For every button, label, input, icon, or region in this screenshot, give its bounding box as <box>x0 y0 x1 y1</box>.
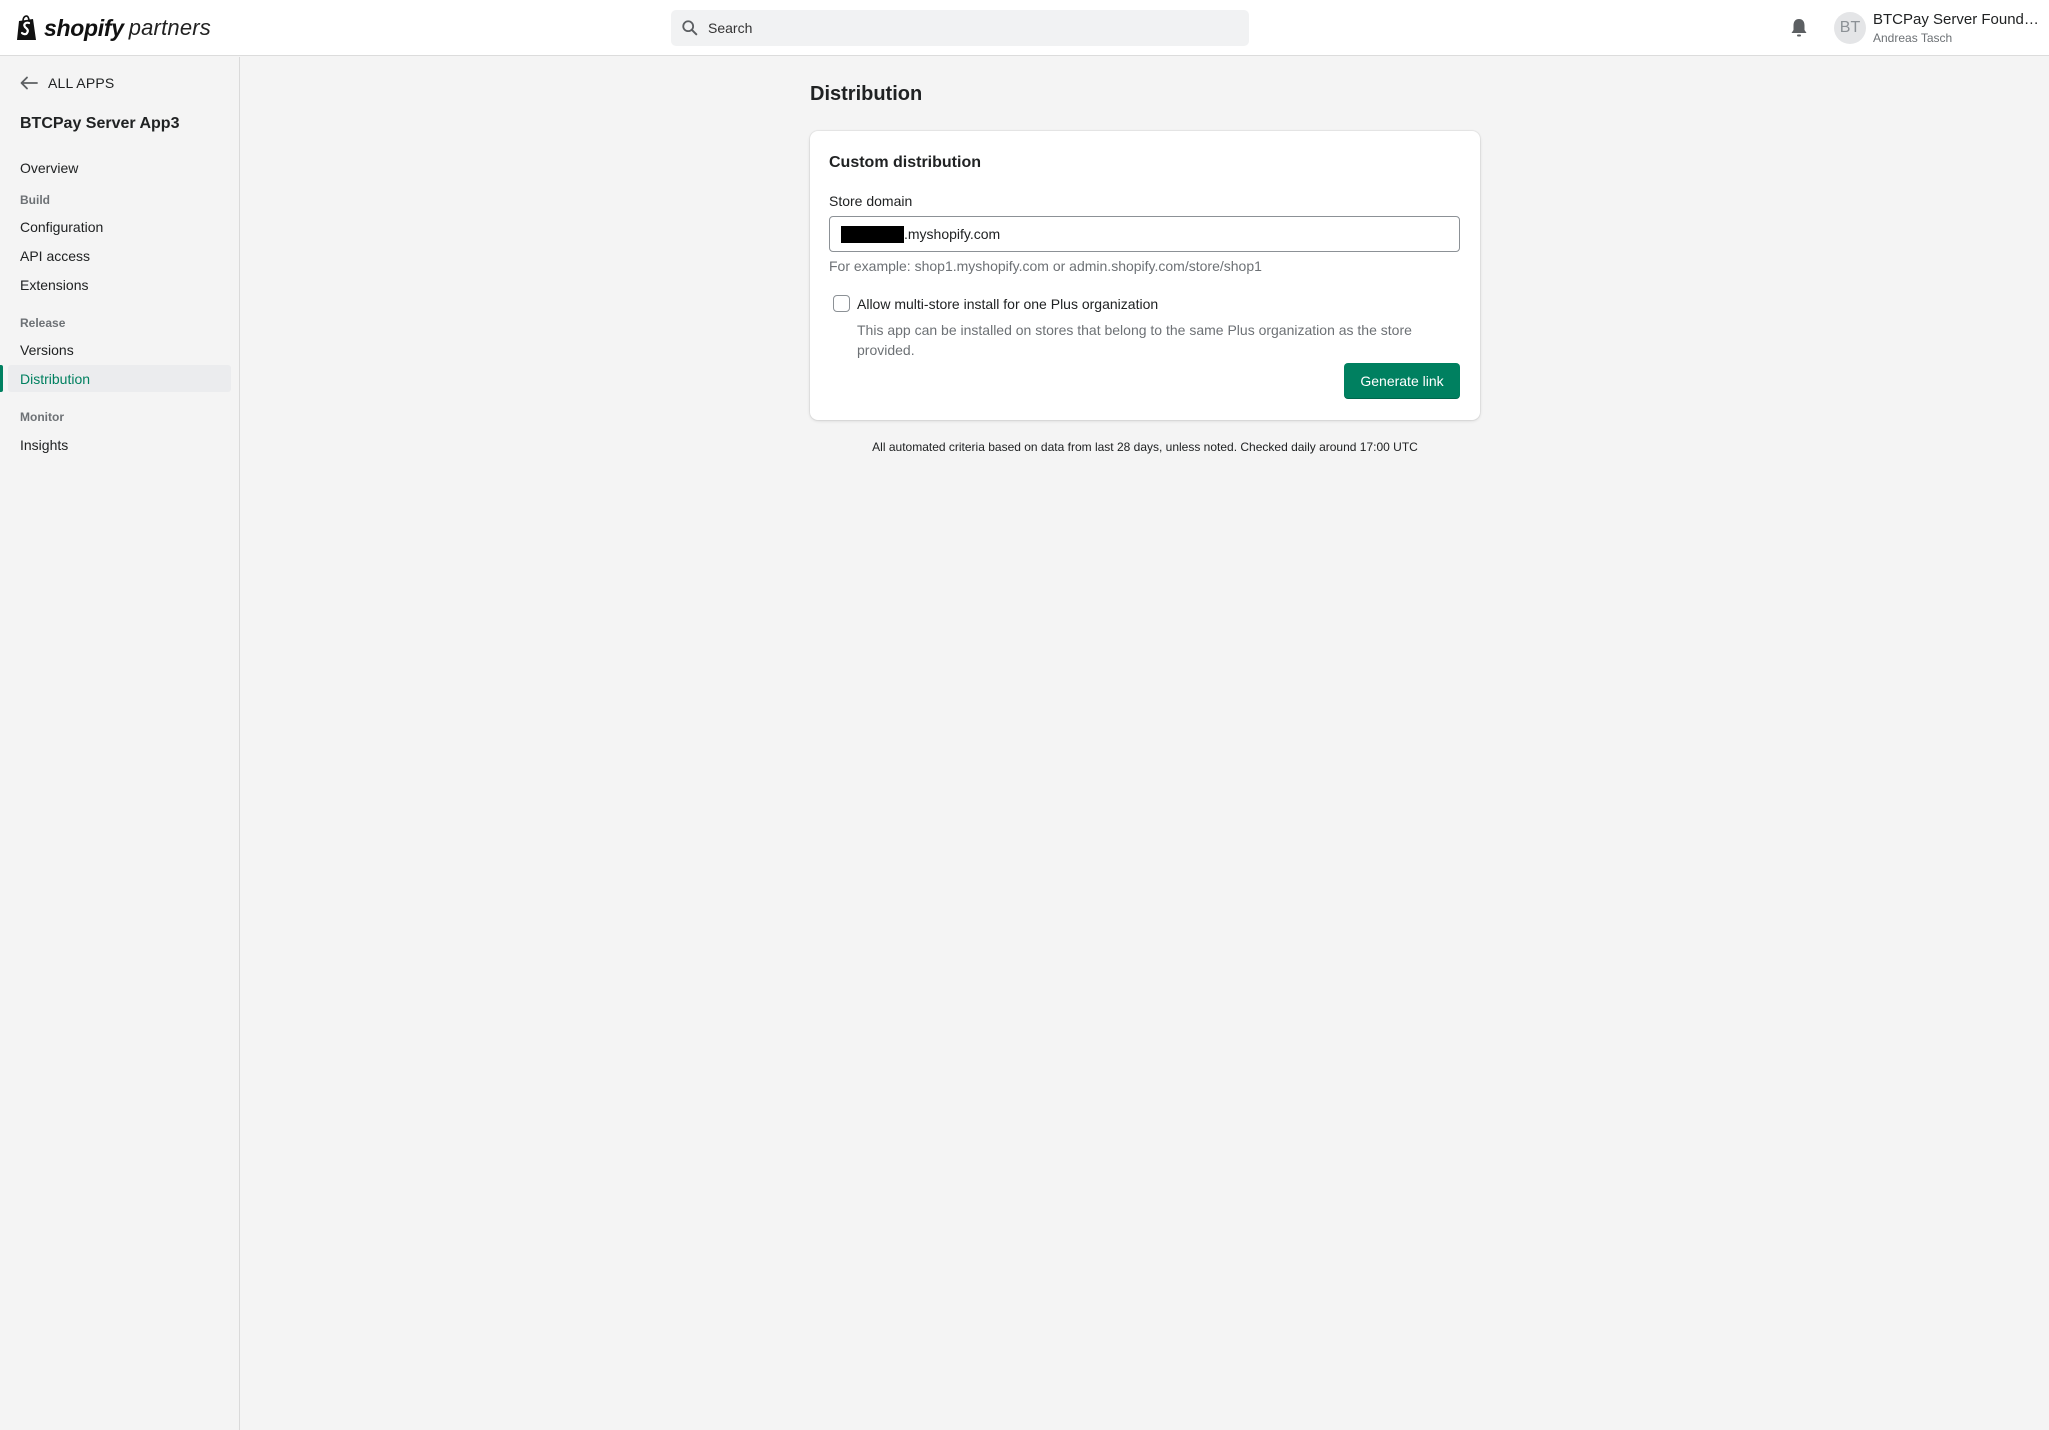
multistore-help: This app can be installed on stores that… <box>857 322 1412 358</box>
avatar-initials: BT <box>1839 19 1861 36</box>
store-domain-suffix: .myshopify.com <box>904 226 1001 242</box>
store-domain-label: Store domain <box>829 193 913 209</box>
sidebar-item-distribution[interactable]: Distribution <box>8 365 231 392</box>
sidebar-section-monitor: Monitor <box>20 410 64 424</box>
footnote: All automated criteria based on data fro… <box>872 440 1418 454</box>
multistore-label[interactable]: Allow multi-store install for one Plus o… <box>857 296 1158 312</box>
account-menu[interactable]: BTCPay Server Found… Andreas Tasch <box>1873 11 2039 45</box>
card-title: Custom distribution <box>829 154 981 171</box>
sidebar-section-release: Release <box>20 316 66 330</box>
custom-distribution-card: Custom distribution Store domain .myshop… <box>810 131 1480 420</box>
generate-link-button[interactable]: Generate link <box>1344 363 1460 399</box>
sidebar-section-build: Build <box>20 193 50 207</box>
account-user: Andreas Tasch <box>1873 31 1953 45</box>
sidebar-item-versions[interactable]: Versions <box>8 336 231 363</box>
sidebar-item-configuration[interactable]: Configuration <box>8 213 231 240</box>
sidebar-item-insights[interactable]: Insights <box>8 431 231 458</box>
avatar[interactable]: BT <box>1834 12 1866 44</box>
shopify-partners-logo[interactable]: shopify partners <box>15 13 211 43</box>
sidebar-item-overview[interactable]: Overview <box>8 154 231 181</box>
app-title: BTCPay Server App3 <box>20 115 180 132</box>
bell-icon[interactable] <box>1789 17 1809 39</box>
page-title: Distribution <box>810 83 923 105</box>
redacted-block <box>841 225 904 243</box>
active-indicator <box>0 365 3 392</box>
store-domain-help: For example: shop1.myshopify.com or admi… <box>829 258 1262 274</box>
logo-brand-text: shopify <box>44 14 124 41</box>
sidebar-item-extensions[interactable]: Extensions <box>8 271 231 298</box>
multistore-checkbox[interactable] <box>833 295 850 312</box>
all-apps-label: ALL APPS <box>48 75 115 91</box>
account-name: BTCPay Server Found… <box>1873 11 2039 28</box>
search-icon <box>682 20 698 36</box>
search-placeholder: Search <box>708 20 753 36</box>
sidebar-item-api-access[interactable]: API access <box>8 242 231 269</box>
shopify-bag-icon <box>17 15 36 40</box>
all-apps-link[interactable]: ALL APPS <box>20 75 114 91</box>
logo-suffix-text: partners <box>128 15 211 40</box>
arrow-left-icon <box>20 76 38 90</box>
search-input[interactable]: Search <box>671 10 1249 46</box>
top-bar: shopify partners Search BT BTCPay Server… <box>0 0 2049 56</box>
store-domain-input[interactable]: .myshopify.com <box>829 216 1460 252</box>
sidebar: ALL APPS BTCPay Server App3 Overview Bui… <box>0 57 240 1430</box>
